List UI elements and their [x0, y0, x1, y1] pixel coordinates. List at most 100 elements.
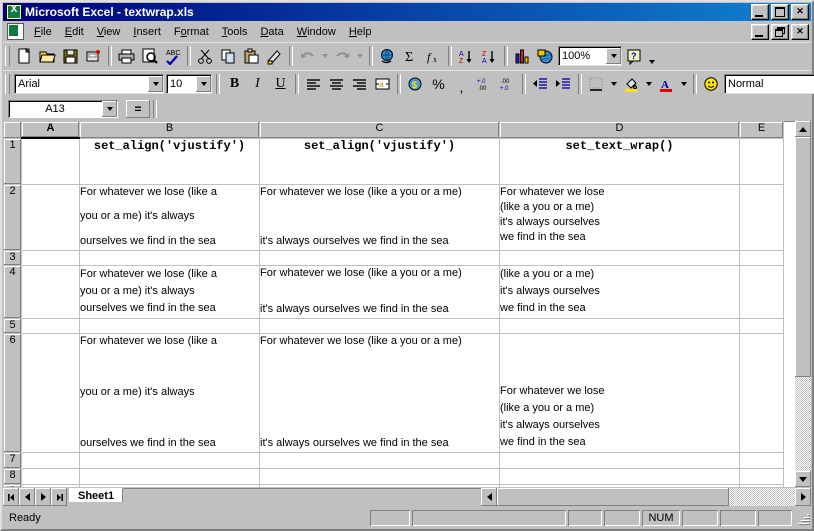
row-header-1[interactable]: 1: [4, 138, 22, 184]
name-box[interactable]: A13: [8, 100, 118, 118]
row-header-9[interactable]: 9: [4, 484, 22, 487]
align-right-icon[interactable]: [348, 73, 371, 95]
sheet-scroll-area[interactable]: A B C D E 1 set_align(': [3, 121, 795, 487]
edit-formula-button[interactable]: =: [126, 100, 150, 118]
paste-function-icon[interactable]: fx: [422, 45, 445, 67]
menu-tools[interactable]: Tools: [216, 24, 254, 40]
cell-e8[interactable]: [740, 468, 784, 484]
next-sheet-button[interactable]: [35, 488, 51, 506]
print-icon[interactable]: [115, 45, 138, 67]
cell-a2[interactable]: [22, 184, 80, 250]
sheet-tab-sheet1[interactable]: Sheet1: [69, 488, 123, 502]
resize-grip[interactable]: [796, 511, 810, 525]
menu-insert[interactable]: Insert: [127, 24, 167, 40]
save-icon[interactable]: [59, 45, 82, 67]
column-header-d[interactable]: D: [500, 122, 740, 139]
cell-c9[interactable]: [260, 484, 500, 487]
fill-color-dropdown-icon[interactable]: [643, 73, 655, 95]
cell-b1[interactable]: set_align('vjustify'): [80, 138, 260, 184]
cell-c5[interactable]: [260, 318, 500, 333]
cell-d4[interactable]: (like a you or a me) it's always ourselv…: [500, 265, 740, 318]
cell-c1[interactable]: set_align('vjustify'): [260, 138, 500, 184]
font-color-icon[interactable]: A: [655, 73, 678, 95]
document-close-button[interactable]: ✕: [791, 24, 809, 40]
copy-icon[interactable]: [217, 45, 240, 67]
workbook-icon[interactable]: [7, 23, 24, 40]
align-center-icon[interactable]: [325, 73, 348, 95]
vertical-scrollbar[interactable]: [795, 121, 811, 487]
menu-view[interactable]: View: [91, 24, 127, 40]
cell-e2[interactable]: [740, 184, 784, 250]
underline-button[interactable]: U: [269, 73, 292, 95]
cell-b2[interactable]: For whatever we lose (like a you or a me…: [80, 184, 260, 250]
row-header-3[interactable]: 3: [4, 250, 22, 265]
help-icon[interactable]: ?: [623, 45, 646, 67]
row-header-8[interactable]: 8: [4, 468, 22, 484]
select-all-button[interactable]: [4, 122, 22, 139]
cell-b7[interactable]: [80, 452, 260, 468]
maximize-button[interactable]: [771, 4, 789, 20]
borders-icon[interactable]: [585, 73, 608, 95]
menu-help[interactable]: Help: [343, 24, 378, 40]
row-header-4[interactable]: 4: [4, 265, 22, 318]
cell-b5[interactable]: [80, 318, 260, 333]
cell-d8[interactable]: [500, 468, 740, 484]
document-minimize-button[interactable]: [751, 24, 769, 40]
toolbar-grip[interactable]: [5, 46, 10, 66]
smiley-icon[interactable]: [700, 73, 723, 95]
cut-icon[interactable]: [194, 45, 217, 67]
row-header-6[interactable]: 6: [4, 333, 22, 452]
menu-format[interactable]: Format: [168, 24, 215, 40]
cell-a7[interactable]: [22, 452, 80, 468]
name-box-dropdown-arrow[interactable]: [102, 101, 117, 117]
cell-a4[interactable]: [22, 265, 80, 318]
cell-b3[interactable]: [80, 250, 260, 265]
font-color-dropdown-icon[interactable]: [678, 73, 690, 95]
cell-a6[interactable]: [22, 333, 80, 452]
new-icon[interactable]: [13, 45, 36, 67]
zoom-dropdown-arrow[interactable]: [606, 48, 621, 64]
cell-a8[interactable]: [22, 468, 80, 484]
cell-d2[interactable]: For whatever we lose (like a you or a me…: [500, 184, 740, 250]
menu-edit[interactable]: Edit: [59, 24, 90, 40]
cell-b9[interactable]: [80, 484, 260, 487]
horizontal-scroll-thumb[interactable]: [497, 488, 729, 506]
cell-d1[interactable]: set_text_wrap(): [500, 138, 740, 184]
scroll-up-button[interactable]: [795, 121, 811, 137]
align-left-icon[interactable]: [302, 73, 325, 95]
scroll-down-button[interactable]: [795, 471, 811, 487]
cell-d5[interactable]: [500, 318, 740, 333]
font-name-dropdown-arrow[interactable]: [148, 76, 163, 92]
row-header-5[interactable]: 5: [4, 318, 22, 333]
decrease-indent-icon[interactable]: [529, 73, 552, 95]
undo-icon[interactable]: [296, 45, 319, 67]
cell-e9[interactable]: [740, 484, 784, 487]
cell-b6[interactable]: For whatever we lose (like a you or a me…: [80, 333, 260, 452]
cell-c4[interactable]: For whatever we lose (like a you or a me…: [260, 265, 500, 318]
menu-file[interactable]: File: [28, 24, 58, 40]
menu-data[interactable]: Data: [254, 24, 289, 40]
cell-a9[interactable]: [22, 484, 80, 487]
comma-style-icon[interactable]: ,: [450, 73, 473, 95]
cell-c3[interactable]: [260, 250, 500, 265]
toolbar-grip[interactable]: [5, 74, 10, 94]
scroll-right-button[interactable]: [795, 488, 811, 506]
cell-b4[interactable]: For whatever we lose (like a you or a me…: [80, 265, 260, 318]
previous-sheet-button[interactable]: [19, 488, 35, 506]
cell-e4[interactable]: [740, 265, 784, 318]
horizontal-scroll-track[interactable]: [497, 488, 795, 506]
email-icon[interactable]: [82, 45, 105, 67]
redo-dropdown-icon[interactable]: [354, 45, 366, 67]
document-restore-button[interactable]: [771, 24, 789, 40]
row-header-7[interactable]: 7: [4, 452, 22, 468]
column-header-c[interactable]: C: [260, 122, 500, 139]
cell-e1[interactable]: [740, 138, 784, 184]
sort-ascending-icon[interactable]: AZ: [455, 45, 478, 67]
cell-d9[interactable]: [500, 484, 740, 487]
toolbar-overflow-arrow[interactable]: [649, 60, 655, 64]
last-sheet-button[interactable]: [51, 488, 67, 506]
undo-dropdown-icon[interactable]: [319, 45, 331, 67]
paste-icon[interactable]: [240, 45, 263, 67]
row-header-2[interactable]: 2: [4, 184, 22, 250]
format-painter-icon[interactable]: [263, 45, 286, 67]
